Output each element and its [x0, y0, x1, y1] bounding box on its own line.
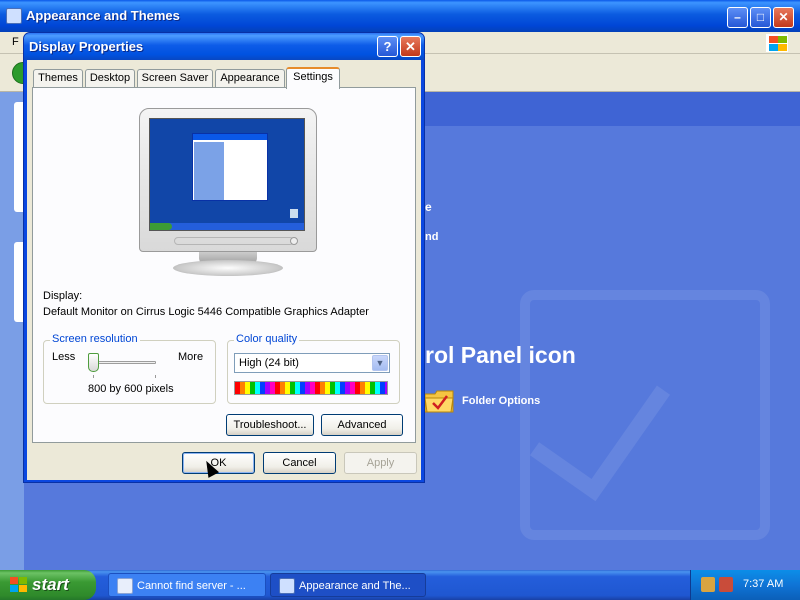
dialog-close-button[interactable]: ✕ — [400, 36, 421, 57]
settings-panel: Display: Default Monitor on Cirrus Logic… — [32, 87, 416, 443]
apply-button[interactable]: Apply — [344, 452, 417, 474]
display-properties-dialog: Display Properties ? ✕ Themes Desktop Sc… — [23, 32, 425, 483]
text-fragment: nd — [425, 231, 439, 243]
power-icon — [290, 237, 298, 245]
preview-window — [192, 133, 268, 201]
color-quality-legend: Color quality — [234, 333, 300, 345]
system-tray: 7:37 AM — [690, 570, 800, 600]
start-label: start — [32, 575, 69, 594]
resolution-value: 800 by 600 pixels — [88, 383, 174, 395]
task-pane — [0, 92, 28, 570]
color-quality-group: Color quality High (24 bit) ▼ — [227, 333, 400, 404]
control-panel-icon — [6, 8, 22, 24]
windows-logo-icon — [10, 577, 28, 593]
tab-themes[interactable]: Themes — [33, 69, 83, 88]
text-fragment: e — [425, 200, 432, 214]
close-button[interactable]: ✕ — [773, 7, 794, 28]
resolution-slider-thumb[interactable] — [88, 353, 99, 372]
preview-recycle-bin-icon — [290, 209, 298, 218]
start-button[interactable]: start — [0, 570, 96, 600]
taskbar-item-label: Cannot find server - ... — [137, 580, 246, 592]
monitor-preview — [139, 108, 317, 252]
resolution-slider-track[interactable] — [90, 361, 156, 364]
preview-taskbar — [150, 223, 304, 230]
taskbar-item-appearance[interactable]: Appearance and The... — [270, 573, 426, 597]
monitor-controls — [174, 237, 294, 245]
network-warning-icon[interactable] — [719, 577, 733, 592]
chevron-down-icon[interactable]: ▼ — [372, 355, 388, 371]
cancel-button[interactable]: Cancel — [263, 452, 336, 474]
screen-resolution-legend: Screen resolution — [50, 333, 140, 345]
security-alert-icon[interactable] — [701, 577, 715, 592]
monitor-base — [173, 260, 283, 276]
background-titlebar[interactable]: Appearance and Themes – □ ✕ — [0, 0, 800, 32]
troubleshoot-button[interactable]: Troubleshoot... — [226, 414, 314, 436]
windows-flag-icon — [766, 34, 788, 52]
tab-desktop[interactable]: Desktop — [85, 69, 135, 88]
tab-settings[interactable]: Settings — [286, 67, 340, 89]
color-quality-select[interactable]: High (24 bit) ▼ — [234, 353, 390, 373]
color-spectrum-bar — [234, 381, 388, 395]
pick-control-panel-icon-heading: rol Panel icon — [425, 342, 576, 368]
color-quality-value: High (24 bit) — [239, 357, 299, 369]
dialog-title: Display Properties — [29, 39, 144, 54]
slider-less-label: Less — [52, 351, 76, 363]
maximize-button[interactable]: □ — [750, 7, 771, 28]
display-label: Display: — [43, 290, 83, 302]
dialog-body: Themes Desktop Screen Saver Appearance S… — [27, 60, 421, 480]
advanced-button[interactable]: Advanced — [321, 414, 403, 436]
tab-appearance[interactable]: Appearance — [215, 69, 285, 88]
menu-file-fragment[interactable]: F — [12, 36, 19, 48]
dialog-titlebar[interactable]: Display Properties ? ✕ — [24, 33, 424, 60]
control-panel-icon — [279, 578, 295, 594]
minimize-button[interactable]: – — [727, 7, 748, 28]
help-button[interactable]: ? — [377, 36, 398, 57]
slider-more-label: More — [178, 351, 204, 363]
taskbar-item-label: Appearance and The... — [299, 580, 411, 592]
tab-screen-saver[interactable]: Screen Saver — [137, 69, 213, 88]
folder-options-link[interactable]: Folder Options — [462, 395, 540, 407]
preview-start-button — [150, 223, 172, 230]
display-adapter-text: Default Monitor on Cirrus Logic 5446 Com… — [43, 306, 369, 318]
slider-tick — [93, 375, 94, 378]
background-window-title: Appearance and Themes — [26, 8, 180, 23]
slider-tick — [155, 375, 156, 378]
clock: 7:37 AM — [743, 578, 784, 590]
screen-resolution-group: Screen resolution Less More 800 by 600 p… — [43, 333, 216, 404]
taskbar: start Cannot find server - ... Appearanc… — [0, 570, 800, 600]
folder-options-icon[interactable] — [424, 388, 454, 414]
taskbar-item-browser[interactable]: Cannot find server - ... — [108, 573, 266, 597]
internet-explorer-icon — [117, 578, 133, 594]
monitor-screen — [149, 118, 305, 231]
